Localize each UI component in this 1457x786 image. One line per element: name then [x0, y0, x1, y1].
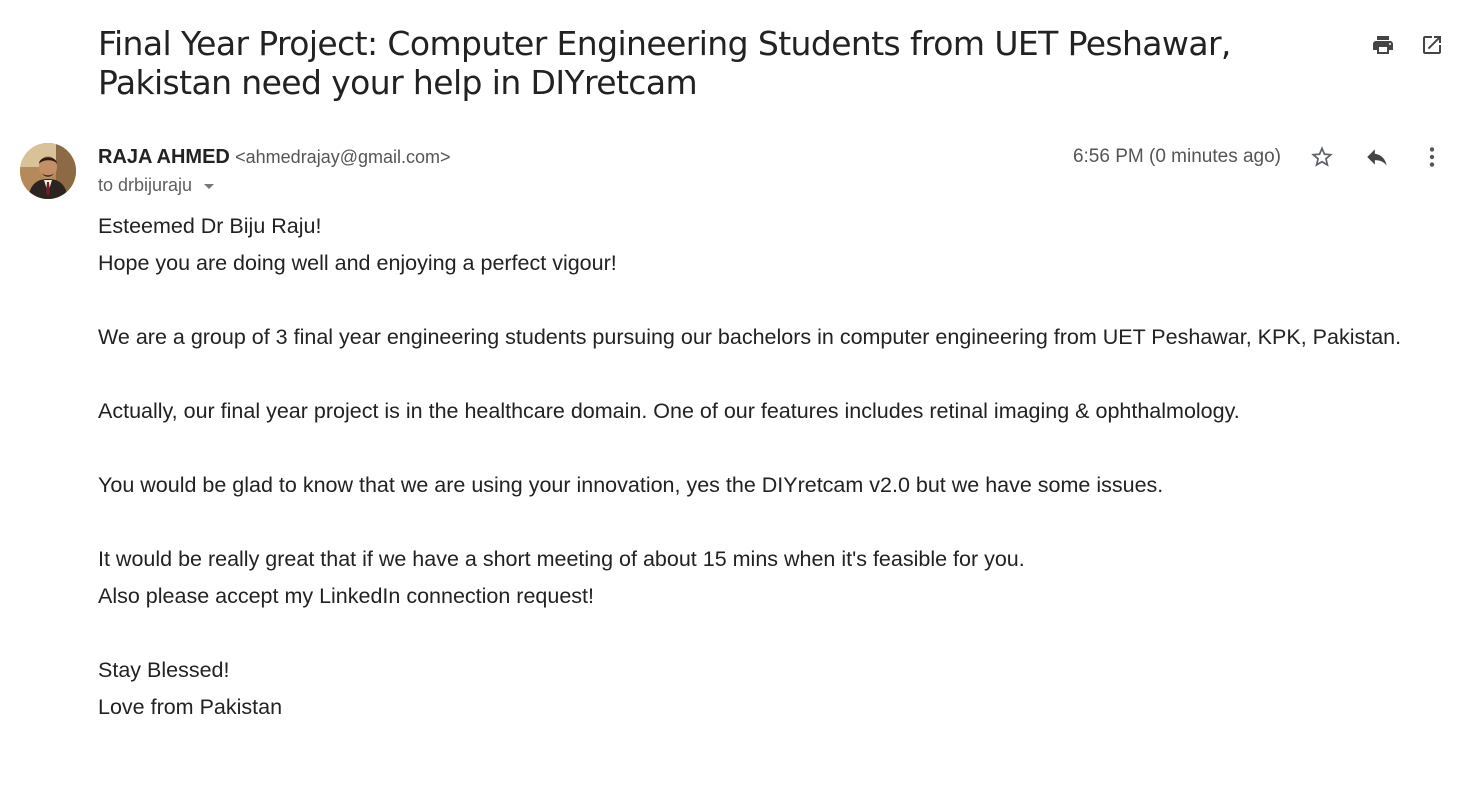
star-icon[interactable] [1308, 143, 1336, 171]
avatar[interactable] [20, 143, 76, 199]
body-line [98, 615, 1428, 652]
body-line: Love from Pakistan [98, 695, 283, 719]
open-in-new-icon[interactable] [1419, 32, 1445, 58]
body-line [98, 282, 1428, 319]
body-line [98, 430, 1428, 467]
sender-name[interactable]: RAJA AHMED [98, 146, 230, 168]
body-line: Esteemed Dr Biju Raju! [98, 214, 322, 238]
body-line: You would be glad to know that we are us… [98, 473, 1164, 497]
body-line: Also please accept my LinkedIn connectio… [98, 584, 594, 608]
recipient-dropdown[interactable]: to drbijuraju [98, 172, 215, 198]
body-line: Hope you are doing well and enjoying a p… [98, 251, 617, 275]
email-timestamp: 6:56 PM (0 minutes ago) [1072, 146, 1281, 167]
printer-icon[interactable] [1370, 32, 1396, 58]
body-line: It would be really great that if we have… [98, 547, 1025, 571]
sender-line: RAJA AHMED <ahmedrajay@gmail.com> [98, 144, 451, 170]
body-line [98, 356, 1428, 393]
body-line: We are a group of 3 final year engineeri… [98, 325, 1402, 349]
body-line: Stay Blessed! [98, 658, 230, 682]
email-subject: Final Year Project: Computer Engineering… [98, 24, 1231, 102]
email-body: Esteemed Dr Biju Raju! Hope you are doin… [98, 208, 1428, 726]
body-line [98, 504, 1428, 541]
sender-email: <ahmedrajay@gmail.com> [235, 147, 451, 167]
reply-icon[interactable] [1363, 143, 1391, 171]
recipient-label: to drbijuraju [98, 175, 193, 195]
chevron-down-icon[interactable] [204, 183, 215, 189]
body-line: Actually, our final year project is in t… [98, 399, 1240, 423]
more-vert-icon[interactable] [1418, 143, 1446, 171]
